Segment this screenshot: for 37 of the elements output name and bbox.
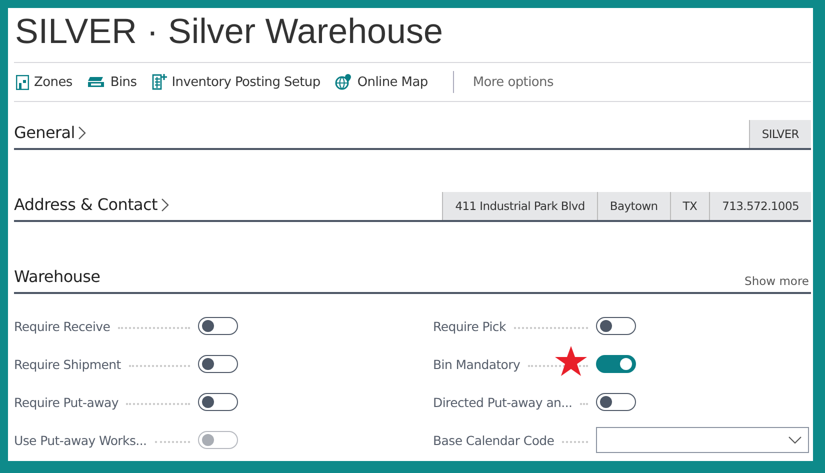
action-button[interactable]: Zones xyxy=(14,67,86,97)
action-button[interactable]: Inventory Posting Setup xyxy=(150,67,334,97)
field-label: Bin Mandatory xyxy=(433,356,520,372)
toggle-switch[interactable] xyxy=(198,355,238,373)
dropdown-field[interactable] xyxy=(596,427,810,453)
chevron-down-icon xyxy=(788,436,802,444)
summary-value: Baytown xyxy=(596,192,670,220)
summary-value: TX xyxy=(670,192,710,220)
page-title: SILVER · Silver Warehouse xyxy=(14,8,811,63)
field-label: Require Pick xyxy=(433,318,506,334)
field-label: Require Shipment xyxy=(14,356,121,372)
document-grid-icon xyxy=(152,74,167,90)
show-more-link[interactable]: Show more xyxy=(744,274,811,292)
building-icon xyxy=(16,74,29,90)
action-button[interactable]: Online Map xyxy=(333,67,441,97)
chevron-right-icon xyxy=(160,198,169,212)
section-header[interactable]: Address & Contact xyxy=(14,195,169,220)
section-header[interactable]: General xyxy=(14,123,86,148)
toggle-switch[interactable] xyxy=(198,317,238,335)
action-button[interactable]: Bins xyxy=(85,67,150,97)
summary-value: SILVER xyxy=(748,120,811,148)
field-label: Base Calendar Code xyxy=(433,432,554,448)
field-label: Use Put-away Works... xyxy=(14,432,147,448)
toggle-switch[interactable] xyxy=(596,393,636,411)
section-header[interactable]: Warehouse xyxy=(14,267,100,292)
field-label: Directed Put-away an... xyxy=(433,394,572,410)
toggle-switch[interactable] xyxy=(596,317,636,335)
toggle-switch[interactable] xyxy=(596,355,636,373)
tray-icon xyxy=(87,76,106,88)
toggle-switch[interactable] xyxy=(198,393,238,411)
field-label: Require Receive xyxy=(14,318,110,334)
field-label: Require Put-away xyxy=(14,394,118,410)
globe-pin-icon xyxy=(335,74,352,90)
chevron-right-icon xyxy=(78,126,86,140)
summary-value: 713.572.1005 xyxy=(709,192,811,220)
summary-value: 411 Industrial Park Blvd xyxy=(442,192,597,220)
more-options-button[interactable]: More options xyxy=(470,67,566,97)
